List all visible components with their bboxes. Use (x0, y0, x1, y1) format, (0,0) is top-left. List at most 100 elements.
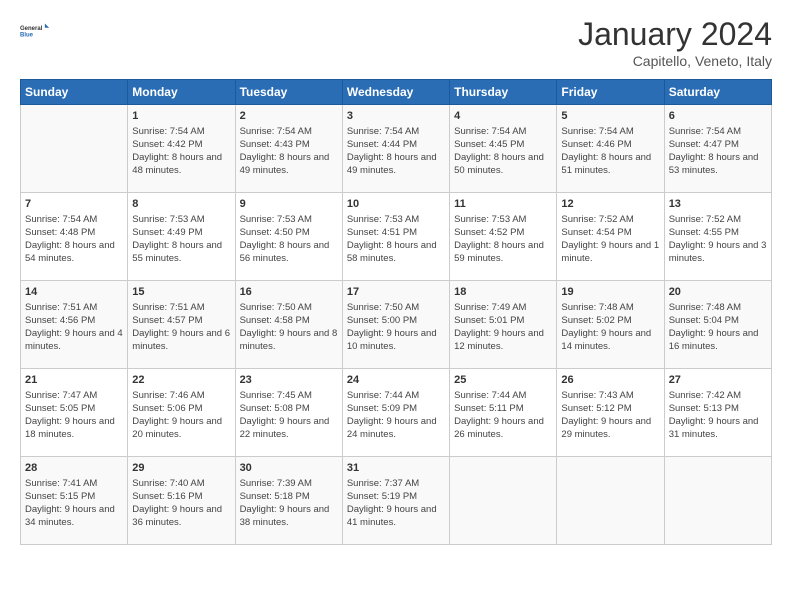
day-number: 26 (561, 373, 659, 388)
day-content: Sunrise: 7:40 AM Sunset: 5:16 PM Dayligh… (132, 478, 230, 529)
calendar-cell: 2Sunrise: 7:54 AM Sunset: 4:43 PM Daylig… (235, 105, 342, 193)
calendar-cell: 30Sunrise: 7:39 AM Sunset: 5:18 PM Dayli… (235, 457, 342, 545)
weekday-header: Friday (557, 80, 664, 105)
day-content: Sunrise: 7:54 AM Sunset: 4:48 PM Dayligh… (25, 214, 123, 265)
calendar-cell: 12 Sunrise: 7:52 AM Sunset: 4:54 PM Dayli… (557, 193, 664, 281)
day-number: 16 (240, 285, 338, 300)
day-content: Sunrise: 7:54 AM Sunset: 4:44 PM Dayligh… (347, 126, 445, 177)
day-content: Sunrise: 7:49 AM Sunset: 5:01 PM Dayligh… (454, 302, 552, 353)
day-content: Sunrise: 7:54 AM Sunset: 4:42 PM Dayligh… (132, 126, 230, 177)
day-content: Sunrise: 7:53 AM Sunset: 4:51 PM Dayligh… (347, 214, 445, 265)
day-number: 11 (454, 197, 552, 212)
day-content: Sunrise: 7:53 AM Sunset: 4:52 PM Dayligh… (454, 214, 552, 265)
day-number: 12 (561, 197, 659, 212)
day-number: 21 (25, 373, 123, 388)
weekday-header: Saturday (664, 80, 771, 105)
calendar-cell (450, 457, 557, 545)
calendar-cell: 14Sunrise: 7:51 AM Sunset: 4:56 PM Dayli… (21, 281, 128, 369)
calendar-cell (664, 457, 771, 545)
day-content: Sunrise: 7:53 AM Sunset: 4:50 PM Dayligh… (240, 214, 338, 265)
calendar-cell: 27 Sunrise: 7:42 AM Sunset: 5:13 PM Dayli… (664, 369, 771, 457)
calendar-cell: 23 Sunrise: 7:45 AM Sunset: 5:08 PM Dayli… (235, 369, 342, 457)
day-number: 1 (132, 109, 230, 124)
day-content: Sunrise: 7:44 AM Sunset: 5:09 PM Dayligh… (347, 390, 445, 441)
svg-text:General: General (20, 26, 43, 32)
calendar-cell: 28 Sunrise: 7:41 AM Sunset: 5:15 PM Dayli… (21, 457, 128, 545)
day-content: Sunrise: 7:45 AM Sunset: 5:08 PM Dayligh… (240, 390, 338, 441)
day-number: 19 (561, 285, 659, 300)
day-number: 24 (347, 373, 445, 388)
day-content: Sunrise: 7:48 AM Sunset: 5:04 PM Dayligh… (669, 302, 767, 353)
day-number: 13 (669, 197, 767, 212)
weekday-header: Sunday (21, 80, 128, 105)
weekday-header: Monday (128, 80, 235, 105)
calendar-cell: 29 Sunrise: 7:40 AM Sunset: 5:16 PM Dayli… (128, 457, 235, 545)
calendar-cell: 4 Sunrise: 7:54 AM Sunset: 4:45 PM Daylig… (450, 105, 557, 193)
day-number: 9 (240, 197, 338, 212)
day-content: Sunrise: 7:41 AM Sunset: 5:15 PM Dayligh… (25, 478, 123, 529)
day-content: Sunrise: 7:37 AM Sunset: 5:19 PM Dayligh… (347, 478, 445, 529)
day-content: Sunrise: 7:54 AM Sunset: 4:47 PM Dayligh… (669, 126, 767, 177)
day-content: Sunrise: 7:39 AM Sunset: 5:18 PM Dayligh… (240, 478, 338, 529)
calendar-cell: 10Sunrise: 7:53 AM Sunset: 4:51 PM Dayli… (342, 193, 449, 281)
weekday-header: Wednesday (342, 80, 449, 105)
weekday-header: Thursday (450, 80, 557, 105)
calendar-cell: 17Sunrise: 7:50 AM Sunset: 5:00 PM Dayli… (342, 281, 449, 369)
day-number: 7 (25, 197, 123, 212)
day-content: Sunrise: 7:50 AM Sunset: 4:58 PM Dayligh… (240, 302, 338, 353)
day-number: 4 (454, 109, 552, 124)
day-content: Sunrise: 7:44 AM Sunset: 5:11 PM Dayligh… (454, 390, 552, 441)
calendar-cell: 18Sunrise: 7:49 AM Sunset: 5:01 PM Dayli… (450, 281, 557, 369)
day-number: 2 (240, 109, 338, 124)
day-number: 23 (240, 373, 338, 388)
day-number: 31 (347, 461, 445, 476)
day-content: Sunrise: 7:54 AM Sunset: 4:45 PM Dayligh… (454, 126, 552, 177)
calendar-cell: 13 Sunrise: 7:52 AM Sunset: 4:55 PM Dayli… (664, 193, 771, 281)
calendar-cell: 1 Sunrise: 7:54 AM Sunset: 4:42 PM Daylig… (128, 105, 235, 193)
day-number: 20 (669, 285, 767, 300)
day-content: Sunrise: 7:42 AM Sunset: 5:13 PM Dayligh… (669, 390, 767, 441)
calendar-cell: 31 Sunrise: 7:37 AM Sunset: 5:19 PM Dayli… (342, 457, 449, 545)
calendar-cell: 6 Sunrise: 7:54 AM Sunset: 4:47 PM Daylig… (664, 105, 771, 193)
day-content: Sunrise: 7:54 AM Sunset: 4:46 PM Dayligh… (561, 126, 659, 177)
calendar-cell: 11 Sunrise: 7:53 AM Sunset: 4:52 PM Dayli… (450, 193, 557, 281)
day-number: 8 (132, 197, 230, 212)
day-number: 22 (132, 373, 230, 388)
calendar-cell: 24 Sunrise: 7:44 AM Sunset: 5:09 PM Dayli… (342, 369, 449, 457)
calendar-cell: 26 Sunrise: 7:43 AM Sunset: 5:12 PM Dayli… (557, 369, 664, 457)
day-number: 27 (669, 373, 767, 388)
svg-text:Blue: Blue (20, 32, 34, 38)
calendar-cell: 15 Sunrise: 7:51 AM Sunset: 4:57 PM Dayli… (128, 281, 235, 369)
day-content: Sunrise: 7:51 AM Sunset: 4:56 PM Dayligh… (25, 302, 123, 353)
calendar-cell (21, 105, 128, 193)
calendar-cell: 8Sunrise: 7:53 AM Sunset: 4:49 PM Daylig… (128, 193, 235, 281)
logo: GeneralBlue (20, 16, 50, 46)
weekday-header: Tuesday (235, 80, 342, 105)
day-content: Sunrise: 7:50 AM Sunset: 5:00 PM Dayligh… (347, 302, 445, 353)
calendar-table: SundayMondayTuesdayWednesdayThursdayFrid… (20, 79, 772, 545)
day-content: Sunrise: 7:46 AM Sunset: 5:06 PM Dayligh… (132, 390, 230, 441)
day-content: Sunrise: 7:52 AM Sunset: 4:55 PM Dayligh… (669, 214, 767, 265)
day-content: Sunrise: 7:52 AM Sunset: 4:54 PM Dayligh… (561, 214, 659, 265)
day-number: 6 (669, 109, 767, 124)
day-number: 15 (132, 285, 230, 300)
day-content: Sunrise: 7:48 AM Sunset: 5:02 PM Dayligh… (561, 302, 659, 353)
calendar-cell: 22 Sunrise: 7:46 AM Sunset: 5:06 PM Dayli… (128, 369, 235, 457)
day-number: 28 (25, 461, 123, 476)
calendar-cell: 7 Sunrise: 7:54 AM Sunset: 4:48 PM Daylig… (21, 193, 128, 281)
calendar-cell: 21Sunrise: 7:47 AM Sunset: 5:05 PM Dayli… (21, 369, 128, 457)
page-header: GeneralBlue January 2024 Capitello, Vene… (20, 16, 772, 69)
day-content: Sunrise: 7:43 AM Sunset: 5:12 PM Dayligh… (561, 390, 659, 441)
calendar-cell: 3Sunrise: 7:54 AM Sunset: 4:44 PM Daylig… (342, 105, 449, 193)
calendar-cell: 5 Sunrise: 7:54 AM Sunset: 4:46 PM Daylig… (557, 105, 664, 193)
calendar-cell: 9 Sunrise: 7:53 AM Sunset: 4:50 PM Daylig… (235, 193, 342, 281)
day-number: 29 (132, 461, 230, 476)
logo-icon: GeneralBlue (20, 16, 50, 46)
day-number: 5 (561, 109, 659, 124)
day-number: 25 (454, 373, 552, 388)
calendar-cell: 16 Sunrise: 7:50 AM Sunset: 4:58 PM Dayli… (235, 281, 342, 369)
calendar-cell: 20 Sunrise: 7:48 AM Sunset: 5:04 PM Dayli… (664, 281, 771, 369)
month-title: January 2024 (578, 16, 772, 53)
day-content: Sunrise: 7:51 AM Sunset: 4:57 PM Dayligh… (132, 302, 230, 353)
calendar-cell (557, 457, 664, 545)
